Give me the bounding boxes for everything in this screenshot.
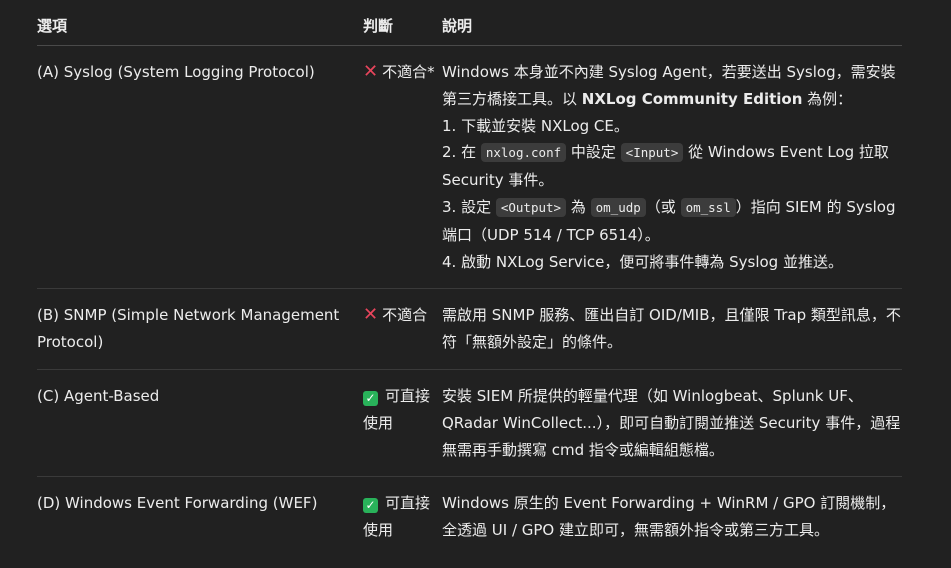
- table-row: (D) Windows Event Forwarding (WEF) ✓ 可直接使…: [37, 477, 902, 557]
- verdict-cell: ✓ 可直接使用: [363, 369, 442, 478]
- header-description: 說明: [442, 0, 902, 46]
- inline-code: om_ssl: [680, 197, 736, 217]
- option-cell: (A) Syslog (System Logging Protocol): [37, 45, 363, 290]
- option-cell: (B) SNMP (Simple Network Management Prot…: [37, 288, 363, 370]
- header-option: 選項: [37, 0, 363, 46]
- table-header-row: 選項 判斷 說明: [37, 0, 902, 46]
- table-row: (A) Syslog (System Logging Protocol) ✕ 不適…: [37, 45, 902, 290]
- option-cell: (C) Agent-Based: [37, 369, 363, 478]
- verdict-text: 不適合: [382, 306, 428, 325]
- inline-code: <Input>: [620, 143, 684, 163]
- verdict-cell: ✕ 不適合: [363, 288, 442, 370]
- desc-step-2: 2. 在 nxlog.conf 中設定 <Input> 從 Windows Ev…: [442, 139, 902, 194]
- table-row: (B) SNMP (Simple Network Management Prot…: [37, 288, 902, 370]
- verdict-text: 不適合*: [382, 63, 435, 81]
- step-text: 中設定: [566, 143, 621, 162]
- inline-code: om_udp: [590, 197, 646, 217]
- inline-code: nxlog.conf: [480, 143, 567, 163]
- comparison-table-wrapper: 選項 判斷 說明 (A) Syslog (System Logging Prot…: [37, 0, 902, 557]
- comparison-table: 選項 判斷 說明 (A) Syslog (System Logging Prot…: [37, 0, 902, 557]
- inline-code: <Output>: [495, 197, 567, 217]
- option-cell: (D) Windows Event Forwarding (WEF): [37, 494, 318, 513]
- verdict-cell: ✕ 不適合*: [363, 45, 442, 290]
- check-mark-icon: ✓: [363, 390, 378, 406]
- desc-step-4: 4. 啟動 NXLog Service，便可將事件轉為 Syslog 並推送。: [442, 252, 843, 271]
- description-cell: 需啟用 SNMP 服務、匯出自訂 OID/MIB，且僅限 Trap 類型訊息，不…: [442, 288, 902, 370]
- cross-mark-icon: ✕: [363, 61, 379, 82]
- desc-intro-end: 為例：: [802, 89, 853, 108]
- header-judgement: 判斷: [363, 0, 442, 46]
- desc-bold-product: NXLog Community Edition: [581, 89, 803, 108]
- verdict-cell: ✓ 可直接使用: [363, 477, 442, 557]
- desc-step-3: 3. 設定 <Output> 為 om_udp （或 om_ssl ）指向 SIEM…: [442, 194, 902, 249]
- table-row: (C) Agent-Based ✓ 可直接使用 安裝 SIEM 所提供的輕量代理（…: [37, 369, 902, 478]
- step-text: 3. 設定: [442, 197, 496, 216]
- description-cell: Windows 原生的 Event Forwarding + WinRM / G…: [442, 494, 896, 540]
- desc-step-1: 1. 下載並安裝 NXLog CE。: [442, 116, 629, 135]
- check-mark-icon: ✓: [363, 498, 378, 514]
- step-text: （或: [645, 197, 681, 216]
- step-text: 2. 在: [442, 143, 481, 162]
- cross-mark-icon: ✕: [363, 304, 379, 326]
- description-cell: 安裝 SIEM 所提供的輕量代理（如 Winlogbeat、Splunk UF、…: [442, 369, 902, 478]
- step-text: 為: [566, 197, 591, 216]
- description-cell: Windows 本身並不內建 Syslog Agent，若要送出 Syslog，…: [442, 45, 902, 290]
